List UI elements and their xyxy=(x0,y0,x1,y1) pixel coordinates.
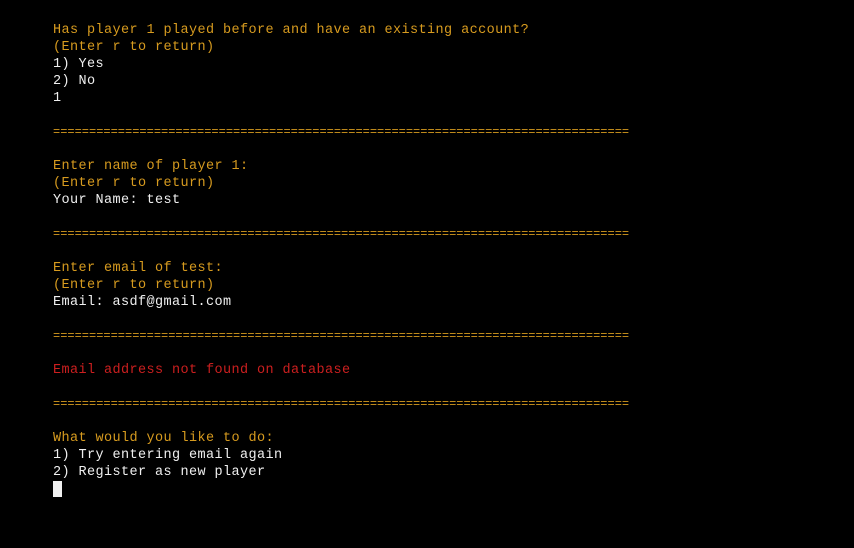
divider: ========================================… xyxy=(53,397,630,411)
name-input-line: Your Name: test xyxy=(53,193,181,208)
error-message: Email address not found on database xyxy=(53,363,351,378)
option-try-again: 1) Try entering email again xyxy=(53,448,283,463)
question-player-name: Enter name of player 1: xyxy=(53,159,249,174)
question-existing-account: Has player 1 played before and have an e… xyxy=(53,23,530,38)
return-hint: (Enter r to return) xyxy=(53,278,215,293)
divider: ========================================… xyxy=(53,227,630,241)
terminal-window[interactable]: Has player 1 played before and have an e… xyxy=(0,0,854,548)
email-input-line: Email: asdf@gmail.com xyxy=(53,295,232,310)
user-input-choice: 1 xyxy=(53,91,62,106)
text-cursor xyxy=(53,481,62,497)
question-player-email: Enter email of test: xyxy=(53,261,224,276)
divider: ========================================… xyxy=(53,125,630,139)
question-next-action: What would you like to do: xyxy=(53,431,275,446)
input-line[interactable] xyxy=(53,481,854,498)
option-no: 2) No xyxy=(53,74,96,89)
divider: ========================================… xyxy=(53,329,630,343)
option-register: 2) Register as new player xyxy=(53,465,266,480)
return-hint: (Enter r to return) xyxy=(53,40,215,55)
return-hint: (Enter r to return) xyxy=(53,176,215,191)
option-yes: 1) Yes xyxy=(53,57,105,72)
